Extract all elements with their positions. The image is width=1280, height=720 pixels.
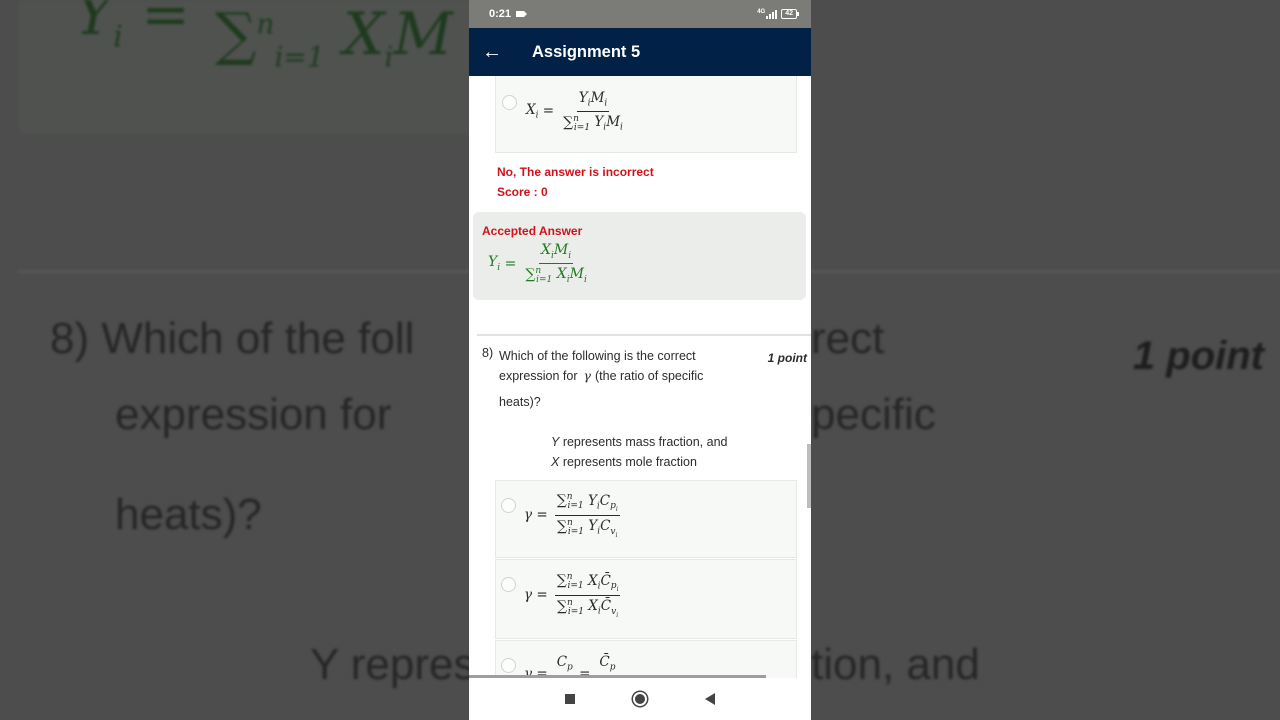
assignment-content: Xi = YiMi ∑ni=1 YiMi No, The answer is i… bbox=[469, 76, 811, 680]
answer-option-3[interactable]: γ = Cp = C̄p bbox=[495, 640, 797, 680]
answer-option-1[interactable]: γ = ∑ni=1 YiCpi ∑ni=1 YiCvi bbox=[495, 480, 797, 558]
status-bar: 0:21 4G 42 bbox=[469, 0, 811, 28]
backdrop-question-text: expression for bbox=[115, 390, 392, 439]
question-text: Which of the following is the correct ex… bbox=[499, 346, 734, 412]
back-arrow-icon[interactable]: ← bbox=[470, 41, 514, 64]
signal-icon bbox=[766, 9, 778, 19]
answer-option-2[interactable]: γ = ∑ni=1 XiC̄pi ∑ni=1 XiC̄vi bbox=[495, 559, 797, 639]
feedback-incorrect: No, The answer is incorrect bbox=[497, 165, 654, 179]
question-line: Which of the following is the correct bbox=[499, 349, 696, 363]
radio-button[interactable] bbox=[501, 577, 516, 592]
answer-option-selected[interactable]: Xi = YiMi ∑ni=1 YiMi bbox=[495, 76, 797, 153]
battery-icon: 42 bbox=[781, 9, 799, 19]
page-title: Assignment 5 bbox=[532, 42, 641, 61]
backdrop-question-text: heats)? bbox=[115, 490, 262, 539]
vertical-scrollbar[interactable] bbox=[807, 444, 811, 508]
phone-screen: 0:21 4G 42 ← Assignment 5 Xi = YiMi ∑ni=… bbox=[469, 0, 811, 720]
radio-button[interactable] bbox=[501, 498, 516, 513]
option-formula: γ = ∑ni=1 YiCpi ∑ni=1 YiCvi bbox=[524, 492, 620, 539]
recents-square-icon[interactable] bbox=[565, 694, 575, 704]
gamma-symbol: γ bbox=[583, 368, 591, 383]
backdrop-question-text: 8) Which of the foll bbox=[50, 314, 415, 363]
backdrop-points: 1 point bbox=[1132, 334, 1264, 378]
accepted-answer-label: Accepted Answer bbox=[482, 224, 583, 238]
home-circle-icon[interactable] bbox=[633, 692, 647, 706]
backdrop-question-text: pecific bbox=[811, 390, 936, 439]
question-line: (the ratio of specific bbox=[595, 369, 704, 383]
option-formula: Xi = YiMi ∑ni=1 YiMi bbox=[526, 90, 623, 133]
back-triangle-icon[interactable] bbox=[705, 693, 715, 705]
backdrop-question-text: rect bbox=[811, 314, 885, 363]
question-points: 1 point bbox=[767, 351, 807, 365]
backdrop-note-text: tion, and bbox=[811, 640, 980, 689]
accepted-answer-formula: Yi = XiMi ∑ni=1 XiMi bbox=[488, 242, 587, 286]
accepted-answer-box: Accepted Answer Yi = XiMi ∑ni=1 XiMi bbox=[473, 212, 806, 300]
option-formula: γ = ∑ni=1 XiC̄pi ∑ni=1 XiC̄vi bbox=[524, 572, 621, 619]
question-line: heats)? bbox=[499, 395, 541, 409]
note-text: represents mole fraction bbox=[559, 455, 697, 469]
score-text: Score : 0 bbox=[497, 185, 548, 199]
backdrop-note-text: Y repres bbox=[310, 640, 476, 689]
radio-button[interactable] bbox=[502, 95, 517, 110]
question-line: expression for bbox=[499, 369, 578, 383]
note-text: represents mass fraction, and bbox=[559, 435, 728, 449]
question-number: 8) bbox=[482, 346, 494, 360]
section-divider bbox=[477, 334, 811, 336]
android-nav-bar bbox=[469, 678, 811, 720]
network-type: 4G bbox=[757, 9, 766, 15]
question-note: Y represents mass fraction, and X repres… bbox=[551, 432, 727, 472]
status-time: 0:21 bbox=[489, 8, 512, 20]
video-recording-icon bbox=[516, 11, 528, 17]
app-bar: ← Assignment 5 bbox=[469, 28, 811, 76]
radio-button[interactable] bbox=[501, 658, 516, 673]
backdrop-formula: Yi = ∑ni=1 XiM bbox=[75, 0, 453, 74]
